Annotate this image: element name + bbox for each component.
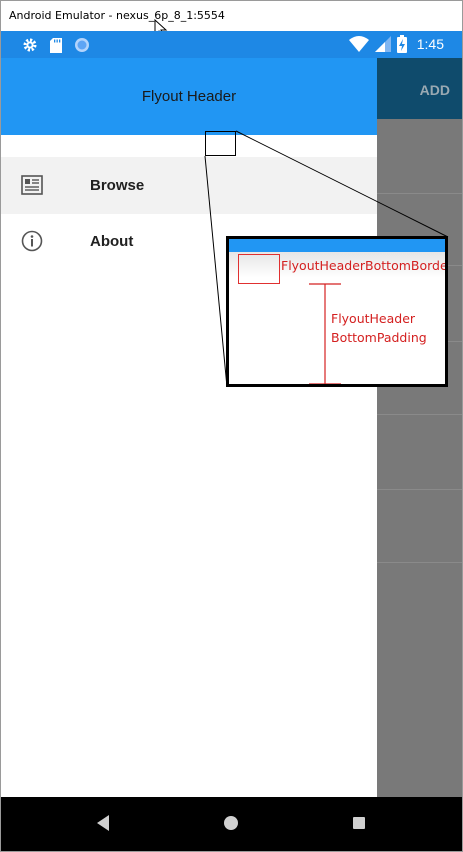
back-icon[interactable]	[96, 814, 110, 832]
flyout-item-label: Browse	[90, 177, 145, 194]
app-content-scrim[interactable]	[377, 58, 462, 797]
flyout-item-label: About	[90, 233, 134, 250]
border-annotation-label: FlyoutHeaderBottomBorder	[281, 258, 448, 273]
flyout-drawer: Flyout Header Browse About	[1, 58, 377, 797]
padding-annotation-line1: FlyoutHeader	[331, 311, 416, 326]
list-divider	[377, 489, 462, 490]
add-button[interactable]: ADD	[420, 82, 450, 98]
list-divider	[377, 193, 462, 194]
border-highlight-box	[238, 254, 280, 284]
window-title-bar: Android Emulator - nexus_6p_8_1:5554	[0, 0, 463, 31]
browse-icon	[21, 175, 43, 195]
padding-annotation-line2: BottomPadding	[331, 330, 427, 345]
recents-icon[interactable]	[352, 814, 366, 832]
sd-card-icon	[50, 37, 62, 53]
battery-charging-icon	[396, 35, 407, 53]
status-bar: 1:45	[1, 31, 462, 58]
padding-annotation-label: FlyoutHeader BottomPadding	[331, 309, 427, 347]
sync-circle-icon	[75, 38, 89, 52]
navigation-bar	[1, 797, 462, 851]
zoom-inset: FlyoutHeaderBottomBorder FlyoutHeader Bo…	[226, 236, 448, 387]
flyout-header-title: Flyout Header	[141, 88, 237, 105]
zoomed-header-bottom	[229, 239, 445, 252]
info-icon	[21, 230, 43, 252]
app-toolbar: ADD	[377, 58, 462, 119]
status-time: 1:45	[416, 36, 444, 52]
cell-signal-icon	[374, 36, 391, 52]
flyout-item-browse[interactable]: Browse	[1, 157, 377, 214]
zoom-source-region	[205, 131, 236, 156]
list-divider	[377, 414, 462, 415]
list-divider	[377, 562, 462, 563]
home-icon[interactable]	[223, 814, 239, 832]
window-title: Android Emulator - nexus_6p_8_1:5554	[9, 9, 225, 22]
wifi-icon	[348, 36, 369, 52]
settings-gear-icon	[23, 38, 37, 52]
flyout-header: Flyout Header	[1, 58, 377, 135]
